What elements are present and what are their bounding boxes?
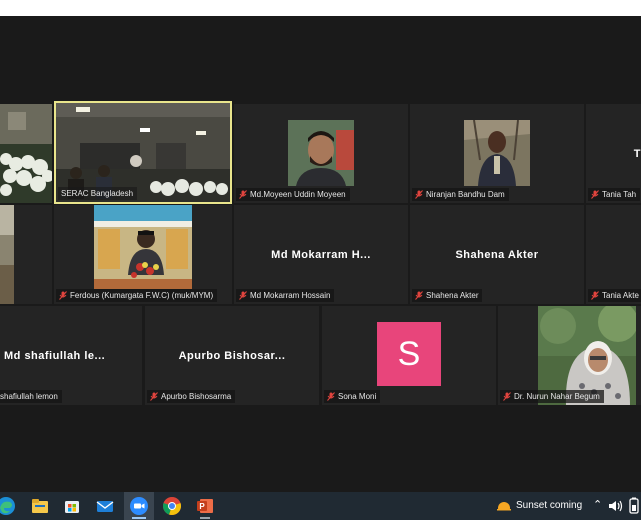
video-feed xyxy=(0,104,52,203)
muted-mic-icon xyxy=(415,291,423,300)
participant-tile-ferdous[interactable]: Ferdous (Kumargata F.W.C) (muk/MYM) xyxy=(54,205,232,304)
participant-name: Ferdous (Kumargata F.W.C) (muk/MYM) xyxy=(70,291,214,300)
participant-display-name: T xyxy=(633,147,641,160)
participant-nameplate: Tania Akte xyxy=(588,289,641,302)
muted-mic-icon xyxy=(239,190,247,199)
participant-display-name: Md shafiullah le... xyxy=(4,349,106,362)
participant-name: Sona Moni xyxy=(338,392,377,401)
participant-nameplate: Md Mokarram Hossain xyxy=(236,289,335,302)
avatar: S xyxy=(377,322,441,386)
video-feed xyxy=(288,120,354,186)
participant-name: SERAC Bangladesh xyxy=(61,189,134,198)
participant-nameplate: Md.Moyeen Uddin Moyeen xyxy=(236,188,350,201)
participant-tile-tree[interactable] xyxy=(0,205,52,304)
participant-display-name: Shahena Akter xyxy=(455,248,539,261)
participant-tile-niranjan[interactable]: Niranjan Bandhu Dam xyxy=(410,104,584,203)
browser-top-strip xyxy=(0,0,641,16)
video-feed xyxy=(464,120,530,186)
muted-mic-icon xyxy=(239,291,247,300)
participant-tile-nurun-nahar[interactable]: Dr. Nurun Nahar Begum xyxy=(498,306,641,405)
participant-name: Apurbo Bishosarma xyxy=(161,392,232,401)
participant-nameplate: SERAC Bangladesh xyxy=(58,187,138,200)
participant-display-name: Apurbo Bishosar... xyxy=(178,349,286,362)
svg-text:P: P xyxy=(199,502,205,511)
weather-text[interactable]: Sunset coming xyxy=(516,500,582,511)
participant-tile-md-moyeen[interactable]: Md.Moyeen Uddin Moyeen xyxy=(234,104,408,203)
participant-tile-shafiullah[interactable]: Md shafiullah le... shafiullah lemon xyxy=(0,306,142,405)
participant-name: Tania Akte xyxy=(602,291,639,300)
muted-mic-icon xyxy=(503,392,511,401)
participant-nameplate: Sona Moni xyxy=(324,390,381,403)
muted-mic-icon xyxy=(415,190,423,199)
muted-mic-icon xyxy=(150,392,158,401)
participant-nameplate: Apurbo Bishosarma xyxy=(147,390,236,403)
participant-tile-sona-moni[interactable]: S Sona Moni xyxy=(322,306,496,405)
participant-tile-tania-akte[interactable]: Tania Akte xyxy=(586,205,641,304)
muted-mic-icon xyxy=(327,392,335,401)
powerpoint-icon[interactable]: P xyxy=(195,496,215,516)
file-explorer-icon[interactable] xyxy=(30,496,50,516)
participant-nameplate: Shahena Akter xyxy=(412,289,483,302)
participant-tile-tania-tah[interactable]: T Tania Tah xyxy=(586,104,641,203)
video-feed xyxy=(94,205,192,289)
muted-mic-icon xyxy=(591,291,599,300)
weather-sunset-icon[interactable] xyxy=(494,496,514,516)
participant-name: Tania Tah xyxy=(602,190,637,199)
participant-tile-md-mokarram[interactable]: Md Mokarram H... Md Mokarram Hossain xyxy=(234,205,408,304)
battery-icon[interactable] xyxy=(624,496,641,516)
edge-icon[interactable] xyxy=(0,496,16,516)
volume-icon[interactable] xyxy=(606,496,626,516)
participant-display-name: Md Mokarram H... xyxy=(271,248,371,261)
participant-tile-shahena-akter[interactable]: Shahena Akter Shahena Akter xyxy=(410,205,584,304)
participant-nameplate: Tania Tah xyxy=(588,188,641,201)
participant-name: Md.Moyeen Uddin Moyeen xyxy=(250,190,346,199)
participant-nameplate: shafiullah lemon xyxy=(0,390,62,403)
zoom-icon[interactable] xyxy=(129,496,149,516)
tray-overflow-chevron-icon[interactable]: ⌃ xyxy=(593,498,602,511)
participant-nameplate: Niranjan Bandhu Dam xyxy=(412,188,509,201)
store-icon[interactable] xyxy=(62,496,82,516)
zoom-active-indicator xyxy=(132,517,146,519)
participant-tile-apurbo[interactable]: Apurbo Bishosar... Apurbo Bishosarma xyxy=(145,306,319,405)
participant-name: Shahena Akter xyxy=(426,291,479,300)
powerpoint-running-indicator xyxy=(200,517,210,519)
muted-mic-icon xyxy=(591,190,599,199)
mail-icon[interactable] xyxy=(95,496,115,516)
zoom-gallery-view: SERAC Bangladesh Md.Moyeen Uddin Moyeen xyxy=(0,16,641,492)
muted-mic-icon xyxy=(59,291,67,300)
participant-tile-serac-bangladesh[interactable]: SERAC Bangladesh xyxy=(54,101,232,204)
participant-name: shafiullah lemon xyxy=(0,392,58,401)
participant-nameplate: Dr. Nurun Nahar Begum xyxy=(500,390,604,403)
participant-name: Niranjan Bandhu Dam xyxy=(426,190,505,199)
chrome-icon[interactable] xyxy=(162,496,182,516)
windows-taskbar: P Sunset coming ⌃ xyxy=(0,492,641,520)
participant-nameplate: Ferdous (Kumargata F.W.C) (muk/MYM) xyxy=(56,289,218,302)
participant-tile-flowers[interactable] xyxy=(0,104,52,203)
video-feed xyxy=(0,205,14,304)
participant-name: Md Mokarram Hossain xyxy=(250,291,331,300)
participant-name: Dr. Nurun Nahar Begum xyxy=(514,392,600,401)
